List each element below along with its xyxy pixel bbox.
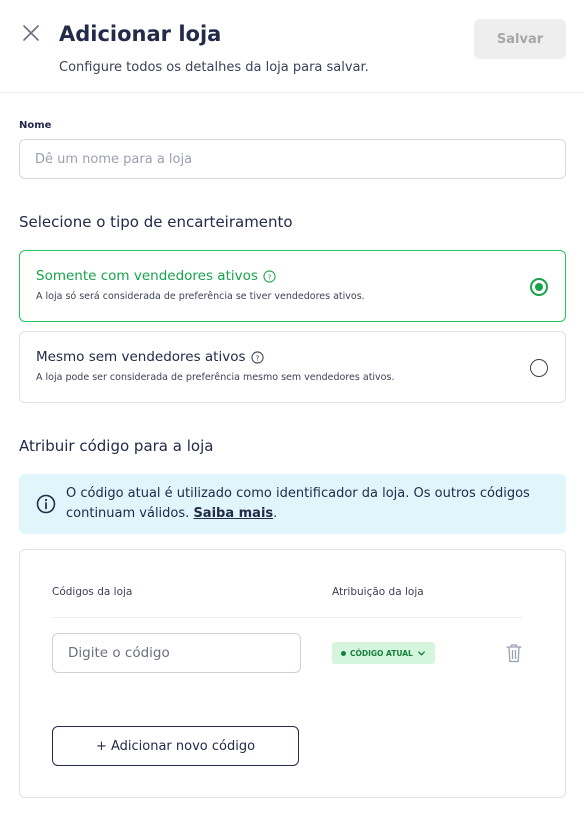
chevron-down-icon (417, 650, 425, 656)
svg-text:?: ? (267, 272, 271, 281)
attribution-label: CÓDIGO ATUAL (350, 648, 413, 658)
modal-header: Adicionar loja Configure todos os detalh… (0, 0, 583, 93)
info-icon (36, 494, 56, 514)
column-header-codes: Códigos da loja (52, 586, 133, 598)
page-title: Adicionar loja (59, 22, 222, 46)
help-icon[interactable]: ? (250, 350, 264, 364)
code-input[interactable] (52, 633, 301, 673)
close-icon (23, 25, 39, 41)
learn-more-link[interactable]: Saiba mais (193, 506, 273, 521)
type-section-title: Selecione o tipo de encarteiramento (19, 213, 293, 231)
info-text: O código atual é utilizado como identifi… (66, 486, 530, 521)
option-without-active-sellers[interactable]: Mesmo sem vendedores ativos ? A loja pod… (19, 331, 566, 403)
divider (52, 617, 522, 618)
radio-unselected[interactable] (530, 359, 548, 377)
option-description: A loja pode ser considerada de preferênc… (36, 372, 395, 383)
codes-card: Códigos da loja Atribuição da loja CÓDIG… (19, 549, 566, 798)
option-title: Mesmo sem vendedores ativos ? (36, 349, 264, 365)
close-button[interactable] (20, 22, 42, 44)
attribution-dropdown[interactable]: CÓDIGO ATUAL (332, 642, 435, 664)
option-description: A loja só será considerada de preferênci… (36, 291, 365, 302)
name-label: Nome (19, 120, 52, 131)
add-code-button[interactable]: + Adicionar novo código (52, 726, 299, 766)
help-icon[interactable]: ? (263, 269, 276, 283)
save-button[interactable]: Salvar (474, 19, 566, 59)
option-title: Somente com vendedores ativos ? (36, 268, 276, 284)
column-header-attribution: Atribuição da loja (332, 586, 424, 598)
svg-text:?: ? (255, 353, 259, 362)
name-input[interactable] (19, 139, 566, 179)
trash-icon[interactable] (504, 642, 524, 664)
option-only-active-sellers[interactable]: Somente com vendedores ativos ? A loja s… (19, 250, 566, 322)
info-banner: O código atual é utilizado como identifi… (19, 474, 566, 534)
radio-selected[interactable] (530, 278, 548, 296)
page-subtitle: Configure todos os detalhes da loja para… (59, 60, 369, 75)
code-section-title: Atribuir código para a loja (19, 437, 214, 455)
status-dot (341, 650, 346, 656)
